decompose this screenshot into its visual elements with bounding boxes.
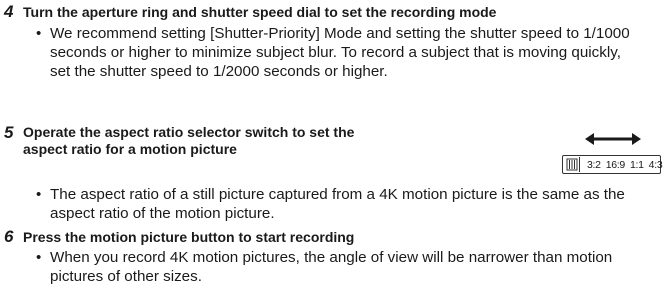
aspect-ratio-selector-illustration: 3:2 16:9 1:1 4:3 — [562, 155, 663, 174]
step-title-4: Turn the aperture ring and shutter speed… — [23, 4, 497, 20]
step-title-6: Press the motion picture button to start… — [23, 229, 355, 245]
selector-label-1-1: 1:1 — [629, 159, 644, 171]
step-number-6: 6 — [4, 227, 14, 246]
step-5-bullet: The aspect ratio of a still picture capt… — [50, 186, 625, 222]
bullet-marker: • — [36, 25, 42, 42]
selector-label-16-9: 16:9 — [605, 159, 626, 171]
step-number-4: 4 — [4, 2, 14, 21]
bullet-marker: • — [36, 186, 42, 203]
step-6-bullet: When you record 4K motion pictures, the … — [50, 249, 613, 285]
bullet-marker: • — [36, 249, 42, 266]
step-number-5: 5 — [4, 123, 14, 142]
double-headed-arrow-icon — [585, 132, 641, 145]
selector-label-3-2: 3:2 — [587, 159, 601, 171]
selector-switch-body: 3:2 16:9 1:1 4:3 — [562, 155, 663, 174]
selector-handle-icon — [565, 157, 580, 172]
step-title-5: Operate the aspect ratio selector switch… — [23, 124, 355, 157]
step-4-bullet: We recommend setting [Shutter-Priority] … — [50, 25, 630, 80]
selector-label-4-3: 4:3 — [648, 159, 663, 171]
